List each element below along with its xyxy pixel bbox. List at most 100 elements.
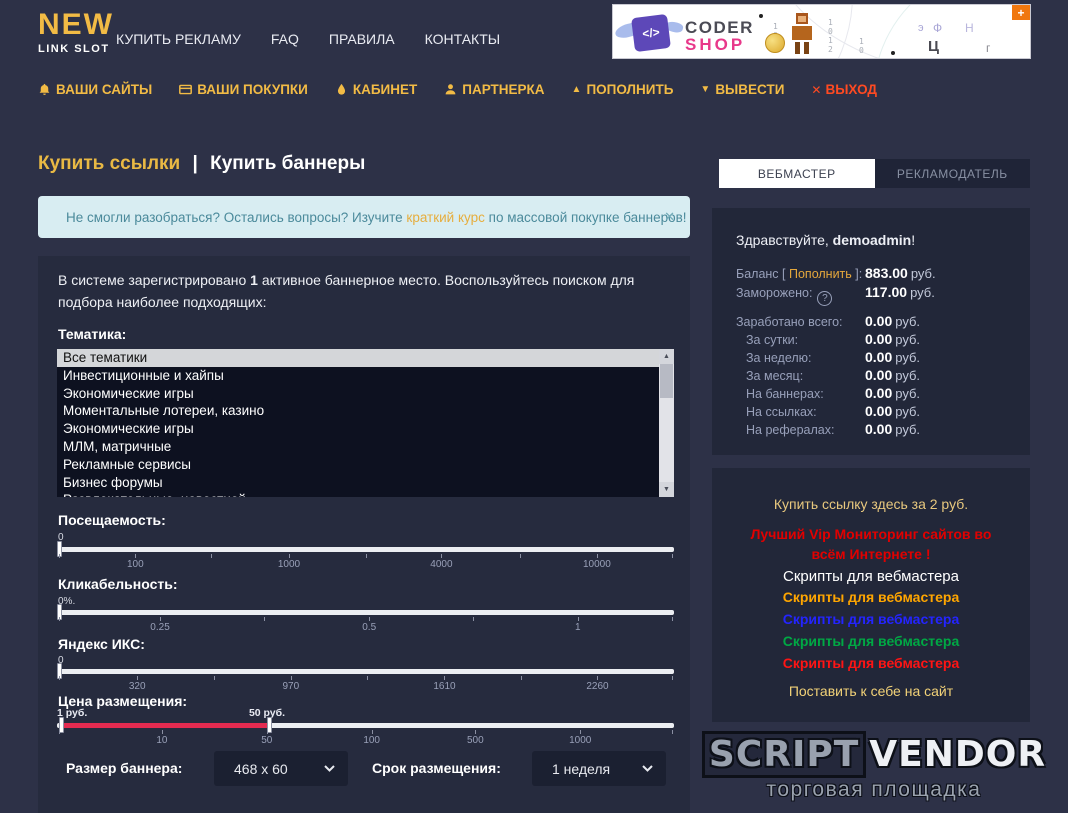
tab-webmaster[interactable]: ВЕБМАСТЕР	[719, 159, 875, 188]
thematics-option[interactable]: Все тематики	[57, 349, 659, 367]
promo-link[interactable]: Скрипты для вебмастера	[712, 568, 1030, 585]
scriptvendor-logo[interactable]: SCRIPTVENDOR торговая площадка	[698, 735, 1050, 802]
thematics-option[interactable]: Развлекательные, новостной	[57, 491, 659, 497]
promo-link[interactable]: Скрипты для вебмастера	[712, 633, 1030, 649]
nav-buy-ads[interactable]: КУПИТЬ РЕКЛАМУ	[116, 31, 241, 47]
thematics-option[interactable]: МЛМ, матричные	[57, 438, 659, 456]
dot-decor	[759, 14, 763, 18]
bell-icon	[38, 83, 51, 96]
usernav-cabinet[interactable]: КАБИНЕТ	[335, 82, 417, 97]
thematics-option[interactable]: Моментальные лотереи, казино	[57, 402, 659, 420]
promo-link[interactable]: Купить ссылку здесь за 2 руб.	[712, 496, 1030, 512]
short-course-link[interactable]: краткий курс	[406, 210, 484, 225]
balance-row: Баланс [ Пополнить ]: 883.00руб.	[736, 267, 1018, 281]
site-logo[interactable]: NEW LINK SLOT	[38, 9, 114, 55]
usernav-label: ВАШИ ПОКУПКИ	[197, 82, 308, 97]
help-icon[interactable]: ?	[817, 291, 832, 306]
chevron-down-icon	[324, 765, 335, 772]
scroll-up-icon[interactable]: ▲	[659, 349, 674, 364]
promo-link[interactable]: Скрипты для вебмастера	[712, 611, 1030, 627]
traffic-slider[interactable]	[57, 547, 674, 552]
nav-faq[interactable]: FAQ	[271, 31, 299, 47]
binary-decor: 1012	[828, 18, 833, 54]
promo-link[interactable]: Поставить к себе на сайт	[712, 683, 1030, 699]
username: demoadmin	[833, 232, 912, 248]
letter-decor: э	[918, 22, 924, 34]
tick-label: 10	[156, 735, 167, 746]
tick-label: 1	[575, 622, 581, 633]
nav-contacts[interactable]: КОНТАКТЫ	[425, 31, 501, 47]
thematics-option[interactable]: Бизнес форумы	[57, 474, 659, 492]
tick-label: 100	[127, 559, 144, 570]
usernav-deposit[interactable]: ▲ ПОПОЛНИТЬ	[572, 82, 674, 97]
promo-link[interactable]: Скрипты для вебмастера	[712, 655, 1030, 671]
x-icon: ✕	[811, 83, 821, 97]
page-title: Купить ссылки | Купить баннеры	[38, 153, 365, 175]
usernav-logout[interactable]: ✕ ВЫХОД	[811, 82, 877, 97]
scroll-down-icon[interactable]: ▼	[659, 482, 674, 497]
balance-value: 883.00руб.	[865, 265, 936, 281]
thematics-option[interactable]: Рекламные сервисы	[57, 456, 659, 474]
title-buy-banners: Купить баннеры	[210, 153, 365, 174]
tick-label: 0.5	[362, 622, 376, 633]
close-icon[interactable]: ✕	[664, 209, 675, 225]
promo-link[interactable]: Лучший Vip Мониторинг сайтов во всём Инт…	[736, 524, 1006, 564]
letter-decor: Ц	[928, 38, 939, 55]
usernav-your-purchases[interactable]: ВАШИ ПОКУПКИ	[179, 82, 308, 97]
banner-size-label: Размер баннера:	[66, 760, 182, 776]
traffic-slider-ticks: 100 1000 4000 10000	[57, 554, 674, 572]
placement-term-value: 1 неделя	[552, 761, 610, 777]
alert-text: Не смогли разобраться? Остались вопросы?…	[66, 210, 687, 225]
search-panel: В системе зарегистрировано 1 активное ба…	[38, 256, 690, 813]
ctr-slider-ticks: 0.25 0.5 1	[57, 617, 674, 635]
usernav-withdraw[interactable]: ▼ ВЫВЕСТИ	[700, 82, 784, 97]
ctr-slider[interactable]	[57, 610, 674, 615]
thematics-option[interactable]: Инвестиционные и хайпы	[57, 367, 659, 385]
droplet-icon	[335, 83, 348, 96]
usernav-label: ВЫВЕСТИ	[715, 82, 784, 97]
thematics-option[interactable]: Экономические игры	[57, 385, 659, 403]
topup-link[interactable]: Пополнить	[789, 267, 852, 281]
placement-term-select[interactable]: 1 неделя	[532, 751, 666, 786]
earnings-row: За месяц: 0.00руб.	[736, 369, 1018, 383]
tick-label: 1000	[569, 735, 591, 746]
binary-decor: 10	[859, 37, 864, 55]
dot-decor	[891, 51, 895, 55]
scrollbar-thumb[interactable]	[660, 364, 673, 398]
earnings-row: На баннерах: 0.00руб.	[736, 387, 1018, 401]
usernav-label: КАБИНЕТ	[353, 82, 417, 97]
price-slider[interactable]	[57, 723, 674, 728]
usernav-partner[interactable]: ПАРТНЕРКА	[444, 82, 544, 97]
banner-plus-button[interactable]: +	[1012, 5, 1030, 20]
greeting: Здравствуйте, demoadmin!	[736, 232, 915, 248]
banner-size-select[interactable]: 468 x 60	[214, 751, 348, 786]
ctr-slider-label: Кликабельность:	[58, 576, 178, 592]
placement-term-label: Срок размещения:	[372, 760, 501, 776]
advert-banner[interactable]: </> CODER SHOP 101 1012 10 э Ф Н Ц г +	[612, 4, 1031, 59]
promo-panel: Купить ссылку здесь за 2 руб. Лучший Vip…	[712, 468, 1030, 722]
top-nav: КУПИТЬ РЕКЛАМУ FAQ ПРАВИЛА КОНТАКТЫ	[116, 31, 500, 47]
usernav-your-sites[interactable]: ВАШИ САЙТЫ	[38, 82, 152, 97]
role-tabs: ВЕБМАСТЕР РЕКЛАМОДАТЕЛЬ	[719, 159, 1030, 188]
usernav-label: ВАШИ САЙТЫ	[56, 82, 152, 97]
page: NEW LINK SLOT КУПИТЬ РЕКЛАМУ FAQ ПРАВИЛА…	[0, 0, 1068, 813]
yandex-iks-slider-label: Яндекс ИКС:	[58, 636, 145, 652]
usernav-label: ПОПОЛНИТЬ	[586, 82, 673, 97]
listbox-scrollbar[interactable]: ▲ ▼	[659, 349, 674, 497]
thematics-option[interactable]: Экономические игры	[57, 420, 659, 438]
promo-link[interactable]: Скрипты для вебмастера	[712, 589, 1030, 605]
nav-rules[interactable]: ПРАВИЛА	[329, 31, 395, 47]
title-buy-links[interactable]: Купить ссылки	[38, 153, 180, 174]
pixel-character	[791, 13, 813, 55]
chevron-down-icon	[642, 765, 653, 772]
price-range-fill	[59, 723, 266, 728]
shopping-bag-icon: </>	[631, 14, 671, 52]
scriptvendor-wordmark: SCRIPTVENDOR	[698, 735, 1050, 775]
tab-advertiser[interactable]: РЕКЛАМОДАТЕЛЬ	[875, 159, 1031, 188]
tick-label: 2260	[586, 681, 608, 692]
thematics-listbox[interactable]: Все тематики Инвестиционные и хайпы Экон…	[57, 349, 674, 497]
yandex-iks-slider[interactable]	[57, 669, 674, 674]
earnings-row: Заработано всего: 0.00руб.	[736, 315, 1018, 329]
letter-decor: г	[986, 41, 990, 55]
account-panel: Здравствуйте, demoadmin! Баланс [ Пополн…	[712, 208, 1030, 455]
